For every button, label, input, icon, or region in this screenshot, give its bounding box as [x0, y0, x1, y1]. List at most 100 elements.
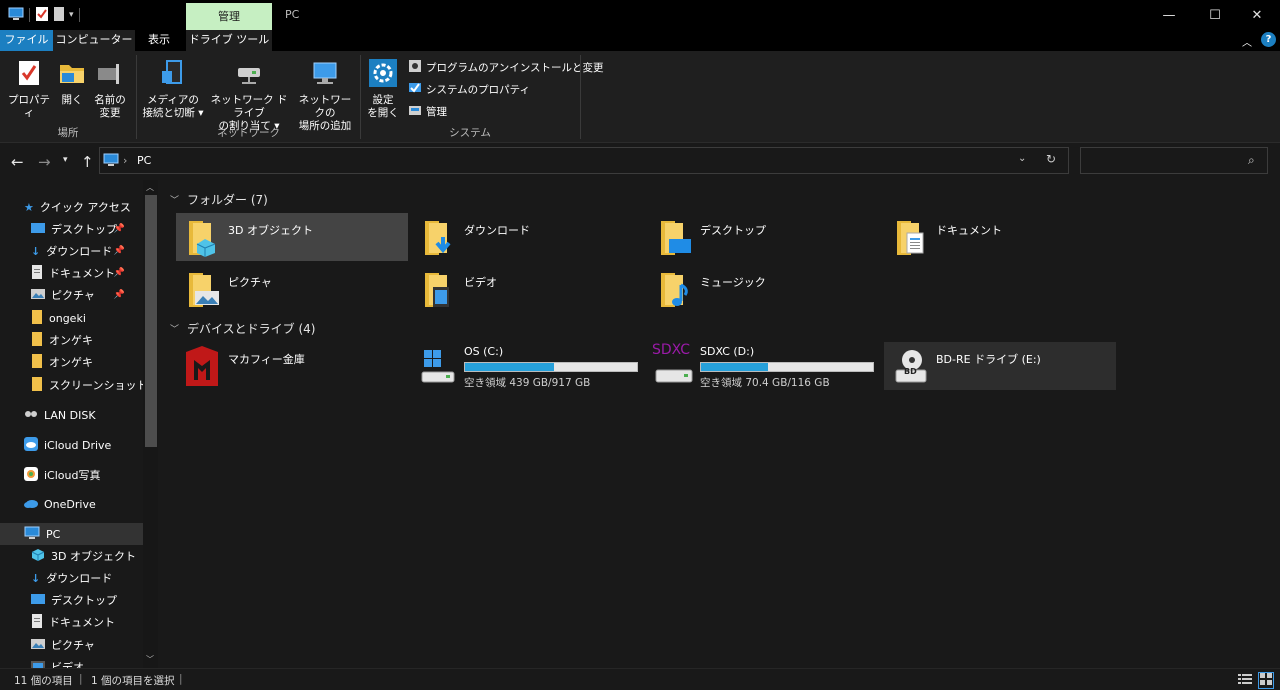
manage-button[interactable]: 管理: [408, 103, 447, 120]
sidebar-item-desktop[interactable]: デスクトップ 📌: [31, 218, 143, 240]
folder-tile-documents[interactable]: ドキュメント: [884, 213, 1116, 261]
close-button[interactable]: ✕: [1234, 0, 1280, 30]
tile-label: OS (C:): [464, 345, 504, 358]
uninstall-programs-button[interactable]: プログラムのアンインストールと変更: [408, 59, 604, 76]
sidebar-item-folder[interactable]: オンゲキ: [31, 329, 93, 351]
sidebar-label: ダウンロード: [46, 572, 113, 585]
drive-tile-sdxc-d[interactable]: SDXC SDXC (D:) 空き領域 70.4 GB/116 GB: [648, 342, 880, 390]
settings-label-2: を開く: [367, 107, 399, 119]
collapse-chevron-icon[interactable]: ﹀: [170, 193, 179, 206]
item-count: 11 個の項目: [14, 675, 73, 687]
customize-qat-icon[interactable]: ▾: [69, 10, 74, 20]
video-icon: [31, 660, 45, 668]
media-connect-button[interactable]: メディアの 接続と切断 ▾: [141, 59, 205, 120]
minimize-button[interactable]: —: [1146, 0, 1192, 30]
details-view-icon[interactable]: [1238, 673, 1252, 688]
breadcrumb-pc[interactable]: PC: [137, 154, 151, 167]
help-icon[interactable]: ?: [1261, 32, 1276, 47]
sidebar-label: ダウンロード: [46, 245, 113, 258]
folders-section-header[interactable]: ﹀ フォルダー (7): [170, 191, 268, 208]
properties-check-icon[interactable]: [35, 6, 49, 25]
sidebar-label: デスクトップ: [51, 594, 117, 607]
back-arrow-icon[interactable]: ←: [11, 153, 24, 171]
drive-tile-bd-re-e[interactable]: BD BD-RE ドライブ (E:): [884, 342, 1116, 390]
scrollbar-thumb[interactable]: [145, 195, 157, 447]
sidebar-item-onedrive[interactable]: OneDrive: [24, 493, 96, 515]
tile-label: ドキュメント: [936, 224, 1002, 237]
drive-usage-fill: [465, 363, 555, 371]
tab-file[interactable]: ファイル: [0, 30, 53, 51]
tab-view[interactable]: 表示: [135, 30, 183, 51]
folder-tile-3d-objects[interactable]: 3D オブジェクト: [176, 213, 408, 261]
search-box[interactable]: ⌕: [1080, 147, 1268, 174]
sidebar-item-pc[interactable]: PC: [24, 523, 60, 545]
sidebar-item-documents[interactable]: ドキュメント: [31, 611, 115, 633]
navigation-pane: ★ クイック アクセス デスクトップ 📌 ↓ ダウンロード 📌 ドキュメント 📌…: [0, 180, 158, 668]
scroll-up-icon[interactable]: ︿: [146, 182, 154, 193]
sidebar-label: クイック アクセス: [39, 201, 131, 214]
sidebar-item-folder[interactable]: オンゲキ: [31, 351, 93, 373]
folder-tile-downloads[interactable]: ダウンロード: [412, 213, 644, 261]
sdxc-badge: SDXC: [652, 342, 691, 358]
drive-tile-mcafee-vault[interactable]: マカフィー金庫: [176, 342, 408, 390]
sidebar-item-3d-objects[interactable]: 3D オブジェクト: [31, 545, 136, 567]
add-location-label-1: ネットワークの: [298, 94, 352, 119]
folder-documents-icon: [884, 213, 936, 261]
folder-icon: [31, 353, 43, 371]
sidebar-item-pictures[interactable]: ピクチャ: [31, 634, 95, 656]
recent-locations-chevron-icon[interactable]: ▾: [63, 155, 68, 165]
address-dropdown-chevron-icon[interactable]: ⌄: [1018, 153, 1026, 164]
sidebar-item-folder[interactable]: スクリーンショット: [31, 374, 147, 396]
sidebar-label: 3D オブジェクト: [51, 550, 136, 563]
rename-label-1: 名前の: [94, 94, 126, 106]
drives-section-header[interactable]: ﹀ デバイスとドライブ (4): [170, 320, 315, 337]
up-arrow-icon[interactable]: ↑: [81, 153, 94, 171]
sidebar-item-documents[interactable]: ドキュメント 📌: [31, 262, 143, 284]
pc-icon: [8, 7, 24, 24]
tile-label: BD-RE ドライブ (E:): [936, 353, 1041, 366]
tab-drive-tools[interactable]: ドライブ ツール: [186, 30, 272, 51]
refresh-icon[interactable]: ↻: [1046, 152, 1056, 166]
open-settings-button[interactable]: 設定 を開く: [365, 59, 401, 120]
folder-tile-pictures[interactable]: ピクチャ: [176, 265, 408, 313]
collapse-ribbon-icon[interactable]: ︿: [1242, 34, 1252, 49]
add-network-location-button[interactable]: ネットワークの 場所の追加: [294, 59, 356, 133]
sidebar-item-pictures[interactable]: ピクチャ 📌: [31, 284, 143, 306]
forward-arrow-icon[interactable]: →: [38, 153, 51, 171]
sidebar-item-lan-disk[interactable]: LAN DISK: [24, 404, 96, 426]
sidebar-selection-highlight: [0, 523, 143, 545]
sidebar-label: OneDrive: [44, 497, 96, 511]
sidebar-item-icloud-photos[interactable]: iCloud写真: [24, 464, 100, 486]
folder-tile-desktop[interactable]: デスクトップ: [648, 213, 880, 261]
sidebar-item-folder[interactable]: ongeki: [31, 307, 86, 329]
tab-computer[interactable]: コンピューター: [53, 30, 135, 51]
open-button[interactable]: 開く: [56, 59, 88, 107]
folder-tile-videos[interactable]: ビデオ: [412, 265, 644, 313]
scroll-down-icon[interactable]: ﹀: [146, 654, 154, 665]
rename-label-2: 変更: [99, 107, 121, 119]
pin-icon: 📌: [113, 224, 125, 234]
properties-button[interactable]: プロパティ: [6, 59, 52, 120]
folder-tile-music[interactable]: ミュージック: [648, 265, 880, 313]
sidebar-item-desktop[interactable]: デスクトップ: [31, 589, 117, 611]
sidebar-item-videos[interactable]: ビデオ: [31, 656, 84, 668]
drive-tile-os-c[interactable]: OS (C:) 空き領域 439 GB/917 GB: [412, 342, 644, 390]
sidebar-item-downloads[interactable]: ↓ ダウンロード 📌: [31, 240, 143, 262]
sidebar-item-quick-access[interactable]: ★ クイック アクセス: [24, 196, 131, 218]
rename-button[interactable]: 名前の 変更: [92, 59, 128, 120]
pin-icon: 📌: [113, 268, 125, 278]
windows-drive-icon: [412, 342, 464, 390]
sidebar-item-icloud-drive[interactable]: iCloud Drive: [24, 434, 111, 456]
system-properties-button[interactable]: システムのプロパティ: [408, 81, 530, 98]
sidebar-item-downloads[interactable]: ↓ ダウンロード: [31, 567, 112, 589]
sidebar-label: ピクチャ: [51, 639, 95, 652]
sidebar-label: iCloud Drive: [44, 438, 112, 452]
new-folder-icon[interactable]: [53, 6, 65, 25]
maximize-button[interactable]: ☐: [1192, 0, 1238, 30]
collapse-chevron-icon[interactable]: ﹀: [170, 322, 179, 335]
tab-manage-context[interactable]: 管理: [186, 3, 272, 30]
drive-free-space: 空き領域 70.4 GB/116 GB: [700, 377, 830, 389]
map-network-drive-button[interactable]: ネットワーク ドライブ の割り当て ▾: [206, 59, 292, 133]
tiles-view-icon[interactable]: [1258, 672, 1274, 689]
address-bar[interactable]: › PC ⌄ ↻: [99, 147, 1069, 174]
